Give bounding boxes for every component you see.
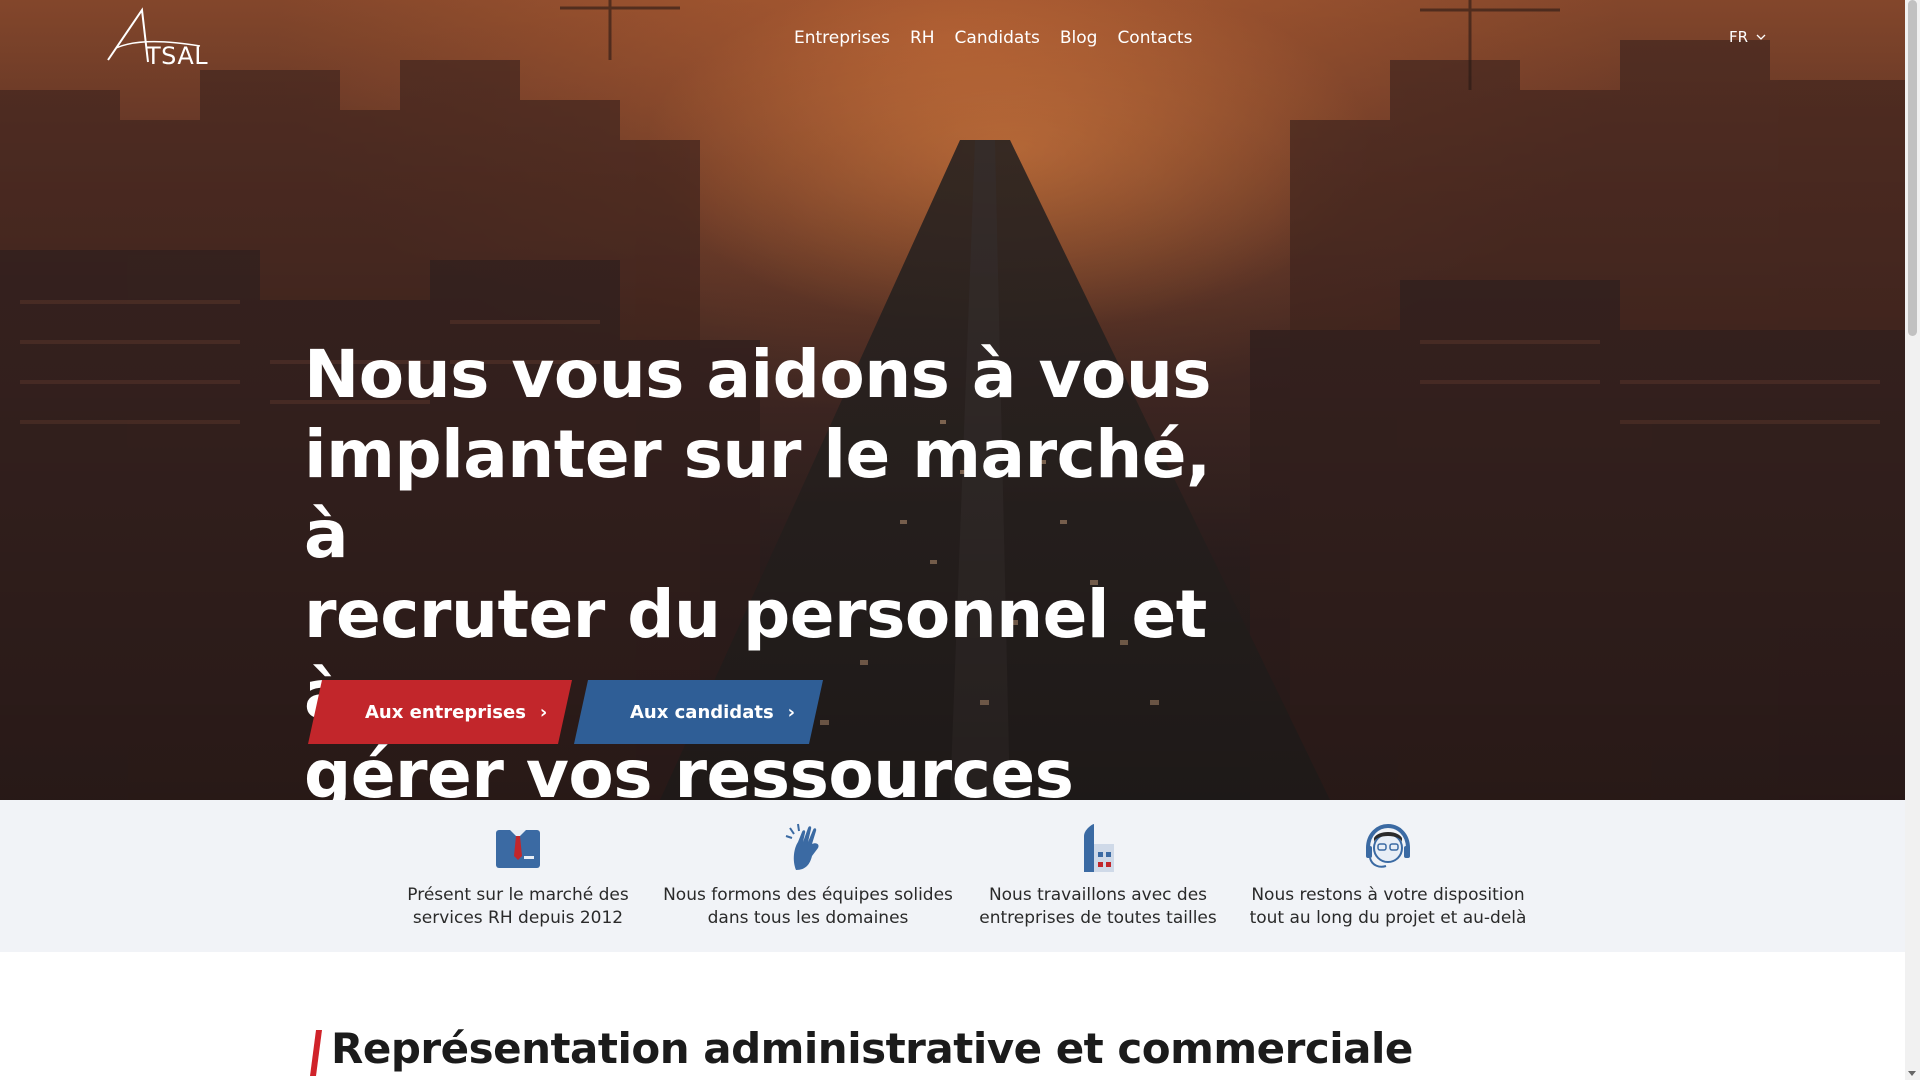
support-agent-headset-icon <box>1366 823 1410 868</box>
feature-text: Nous formons des équipes solides dans to… <box>663 885 953 928</box>
cta-companies-button[interactable]: Aux entreprises › <box>308 680 572 744</box>
logo-text: TSAL <box>146 42 209 70</box>
nav-item-rh[interactable]: RH <box>910 28 935 48</box>
office-building-icon <box>1084 824 1114 872</box>
cta-candidates-button[interactable]: Aux candidats › <box>574 680 823 744</box>
nav-item-candidats[interactable]: Candidats <box>955 28 1040 48</box>
features-strip: Présent sur le marché des services RH de… <box>0 800 1905 952</box>
chevron-down-icon <box>1756 34 1766 40</box>
scroll-down-arrow-icon[interactable] <box>1908 1071 1916 1076</box>
business-suit-icon <box>496 830 540 868</box>
cta-candidates-label: Aux candidats <box>630 701 774 723</box>
hero-section: TSAL Entreprises RH Candidats Blog Conta… <box>0 0 1905 800</box>
atsal-logo[interactable]: TSAL <box>104 6 214 70</box>
main-nav: Entreprises RH Candidats Blog Contacts <box>794 28 1192 48</box>
page-scrollbar[interactable] <box>1905 0 1920 1080</box>
feature-item: Présent sur le marché des services RH de… <box>373 822 663 930</box>
feature-text: Nous restons à votre disposition tout au… <box>1249 885 1527 928</box>
language-current: FR <box>1729 28 1749 46</box>
section-title-text: Représentation administrative et commerc… <box>331 1024 1413 1073</box>
cta-companies-label: Aux entreprises <box>365 701 526 723</box>
nav-item-blog[interactable]: Blog <box>1060 28 1098 48</box>
chevron-right-icon: › <box>787 701 796 723</box>
section-title: Représentation administrative et commerc… <box>331 1024 1413 1073</box>
feature-item: Nous travaillons avec des entreprises de… <box>953 822 1243 930</box>
scrollbar-thumb[interactable] <box>1908 0 1917 336</box>
site-header: TSAL Entreprises RH Candidats Blog Conta… <box>0 0 1905 80</box>
feature-item: Nous formons des équipes solides dans to… <box>663 822 953 930</box>
nav-item-entreprises[interactable]: Entreprises <box>794 28 890 48</box>
feature-item: Nous restons à votre disposition tout au… <box>1243 822 1533 930</box>
feature-text: Nous travaillons avec des entreprises de… <box>979 885 1217 928</box>
feature-text: Présent sur le marché des services RH de… <box>407 885 629 928</box>
nav-item-contacts[interactable]: Contacts <box>1117 28 1192 48</box>
page: TSAL Entreprises RH Candidats Blog Conta… <box>0 0 1905 1080</box>
language-selector[interactable]: FR <box>1729 28 1766 46</box>
section-title-accent-slash <box>310 1030 322 1076</box>
chevron-right-icon: › <box>539 701 548 723</box>
high-five-hands-icon <box>785 823 819 870</box>
